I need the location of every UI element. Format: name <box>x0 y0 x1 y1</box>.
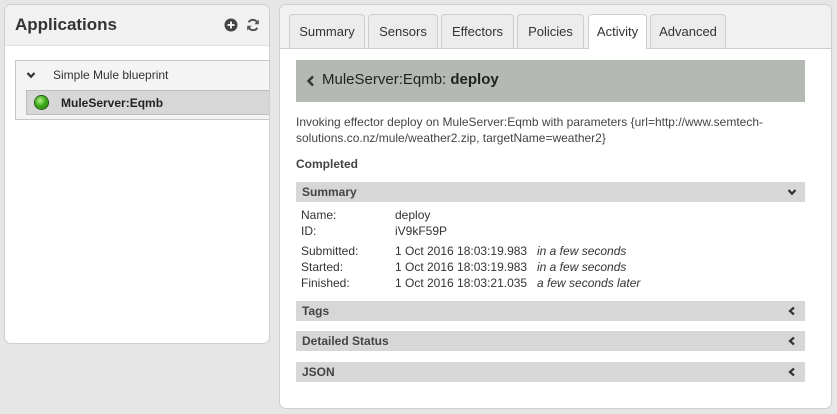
submitted-relative: in a few seconds <box>537 244 627 258</box>
activity-title-entity: MuleServer:Eqmb: <box>322 71 447 88</box>
applications-title: Applications <box>15 15 118 34</box>
tags-section-header[interactable]: Tags <box>296 301 805 321</box>
tree-node-application[interactable]: Simple Mule blueprint <box>16 61 269 89</box>
chevron-left-icon[interactable] <box>787 367 797 377</box>
entity-details-panel: Summary Sensors Effectors Policies Activ… <box>279 4 832 409</box>
activity-description: Invoking effector deploy on MuleServer:E… <box>296 115 763 145</box>
detailed-status-section-header[interactable]: Detailed Status <box>296 331 805 351</box>
tab-summary[interactable]: Summary <box>289 14 365 48</box>
submitted-value: 1 Oct 2016 18:03:19.983 <box>395 244 528 258</box>
tab-sensors[interactable]: Sensors <box>368 14 438 48</box>
application-tree: Simple Mule blueprint MuleServer:Eqmb <box>15 60 269 120</box>
back-chevron-icon[interactable] <box>306 75 316 87</box>
tab-effectors[interactable]: Effectors <box>441 14 514 48</box>
name-key: Name: <box>301 208 337 222</box>
applications-header: Applications <box>5 5 269 46</box>
applications-panel: Applications Simple Mule blueprint MuleS… <box>4 4 270 344</box>
id-value: iV9kF59P <box>395 224 448 238</box>
json-section-header[interactable]: JSON <box>296 362 805 382</box>
detailed-status-section-label: Detailed Status <box>302 334 389 348</box>
summary-section-header[interactable]: Summary <box>296 182 805 202</box>
tree-node-application-label: Simple Mule blueprint <box>53 68 169 82</box>
activity-title-effector: deploy <box>450 71 499 88</box>
finished-value: 1 Oct 2016 18:03:21.035 <box>395 276 528 290</box>
tree-node-entity-label: MuleServer:Eqmb <box>61 96 164 110</box>
add-application-icon[interactable] <box>224 18 238 32</box>
chevron-left-icon[interactable] <box>787 336 797 346</box>
refresh-icon[interactable] <box>246 18 260 32</box>
chevron-down-icon[interactable] <box>787 187 797 197</box>
chevron-down-icon[interactable] <box>26 70 36 80</box>
chevron-left-icon[interactable] <box>787 306 797 316</box>
summary-section-label: Summary <box>302 185 357 199</box>
tab-activity[interactable]: Activity <box>588 14 647 49</box>
name-value: deploy <box>395 208 431 222</box>
tab-policies[interactable]: Policies <box>517 14 584 48</box>
activity-status: Completed <box>296 157 359 171</box>
activity-title: MuleServer:Eqmb: deploy <box>322 71 499 88</box>
started-value: 1 Oct 2016 18:03:19.983 <box>395 260 528 274</box>
started-key: Started: <box>301 260 344 274</box>
finished-relative: a few seconds later <box>537 276 641 290</box>
activity-title-bar: MuleServer:Eqmb: deploy <box>296 60 805 102</box>
tab-bar: Summary Sensors Effectors Policies Activ… <box>280 5 831 49</box>
tags-section-label: Tags <box>302 304 330 318</box>
tree-node-entity-selected[interactable]: MuleServer:Eqmb <box>26 90 269 115</box>
started-relative: in a few seconds <box>537 260 627 274</box>
json-section-label: JSON <box>302 365 335 379</box>
id-key: ID: <box>301 224 317 238</box>
running-status-icon <box>35 96 48 109</box>
submitted-key: Submitted: <box>301 244 359 258</box>
tab-advanced[interactable]: Advanced <box>650 14 726 48</box>
finished-key: Finished: <box>301 276 350 290</box>
